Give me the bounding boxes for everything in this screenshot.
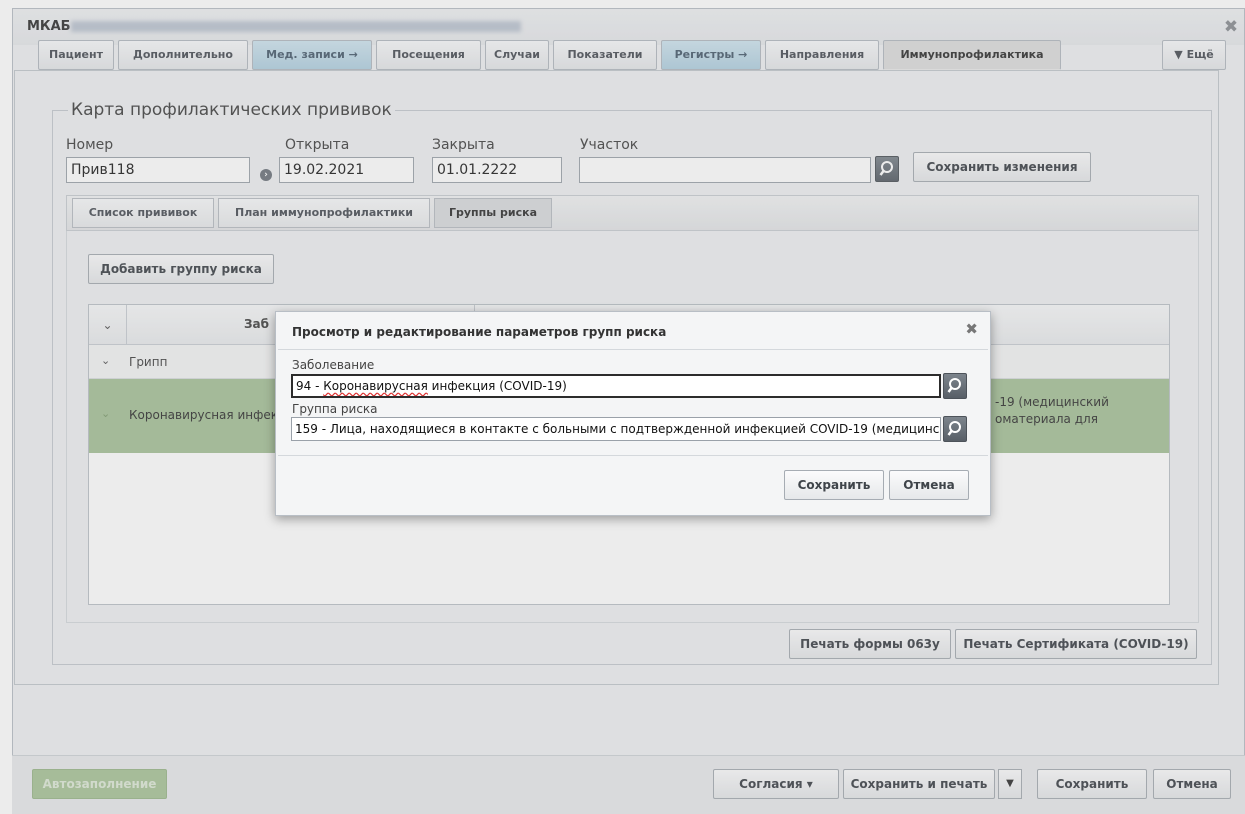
disease-label: Заболевание: [292, 358, 375, 372]
risk-group-search-button[interactable]: [943, 416, 967, 442]
search-icon: [947, 378, 961, 393]
search-icon: [947, 421, 961, 436]
dialog-cancel-button[interactable]: Отмена: [889, 470, 969, 500]
disease-search-button[interactable]: [943, 373, 967, 399]
disease-field[interactable]: 94 - Коронавирусная инфекция (COVID-19): [291, 374, 941, 398]
risk-group-label: Группа риска: [292, 402, 378, 416]
close-icon[interactable]: ✖: [965, 320, 978, 338]
risk-group-edit-dialog: Просмотр и редактирование параметров гру…: [275, 311, 991, 516]
dialog-title: Просмотр и редактирование параметров гру…: [292, 325, 667, 339]
dialog-save-button[interactable]: Сохранить: [784, 470, 884, 500]
risk-group-field[interactable]: 159 - Лица, находящиеся в контакте с бол…: [291, 417, 941, 441]
